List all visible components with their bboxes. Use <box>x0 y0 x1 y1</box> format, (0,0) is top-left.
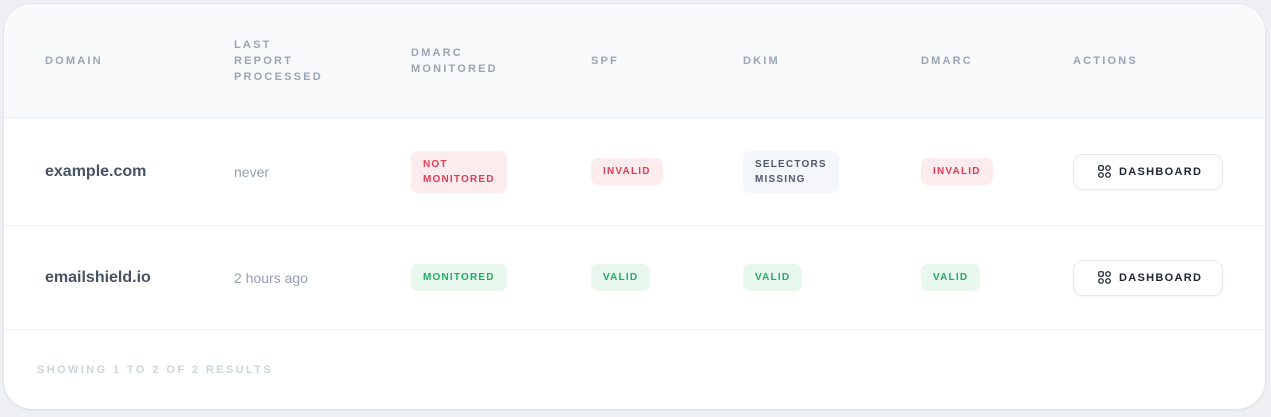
header-dkim: DKIM <box>743 54 780 67</box>
header-dmarc: DMARC <box>921 54 973 67</box>
dmarc-status-badge: Valid <box>921 264 981 291</box>
table-row: emailshield.io 2 hours ago Monitored Val… <box>4 226 1265 330</box>
domain-name: emailshield.io <box>45 268 151 286</box>
spf-status-badge: Valid <box>591 264 651 291</box>
header-last-report-processed: Last Report Processed <box>234 38 323 83</box>
dashboard-button[interactable]: Dashboard <box>1073 259 1223 296</box>
last-report-value: 2 hours ago <box>234 269 308 286</box>
table-row: example.com never Not Monitored Invalid … <box>4 118 1265 226</box>
domains-table-card: Domain Last Report Processed DMARC Monit… <box>4 4 1265 409</box>
dashboard-grid-icon <box>1098 271 1111 284</box>
header-actions: Actions <box>1073 54 1138 67</box>
domain-name: example.com <box>45 162 147 180</box>
dashboard-button-label: Dashboard <box>1119 271 1203 284</box>
spf-status-badge: Invalid <box>591 158 663 185</box>
header-domain: Domain <box>45 54 103 67</box>
dmarc-monitored-badge: Not Monitored <box>411 150 507 193</box>
dmarc-status-badge: Invalid <box>921 158 993 185</box>
pagination-summary: Showing 1 to 2 of 2 results <box>37 364 274 376</box>
dashboard-button[interactable]: Dashboard <box>1073 153 1223 190</box>
dashboard-button-label: Dashboard <box>1119 165 1203 178</box>
dashboard-grid-icon <box>1098 165 1111 178</box>
header-dmarc-monitored: DMARC Monitored <box>411 46 498 75</box>
dkim-status-badge: Valid <box>743 264 803 291</box>
table-header: Domain Last Report Processed DMARC Monit… <box>4 4 1265 118</box>
dmarc-monitored-badge: Monitored <box>411 264 507 291</box>
dkim-status-badge: Selectors Missing <box>743 150 839 193</box>
last-report-value: never <box>234 163 270 180</box>
header-spf: SPF <box>591 54 619 67</box>
